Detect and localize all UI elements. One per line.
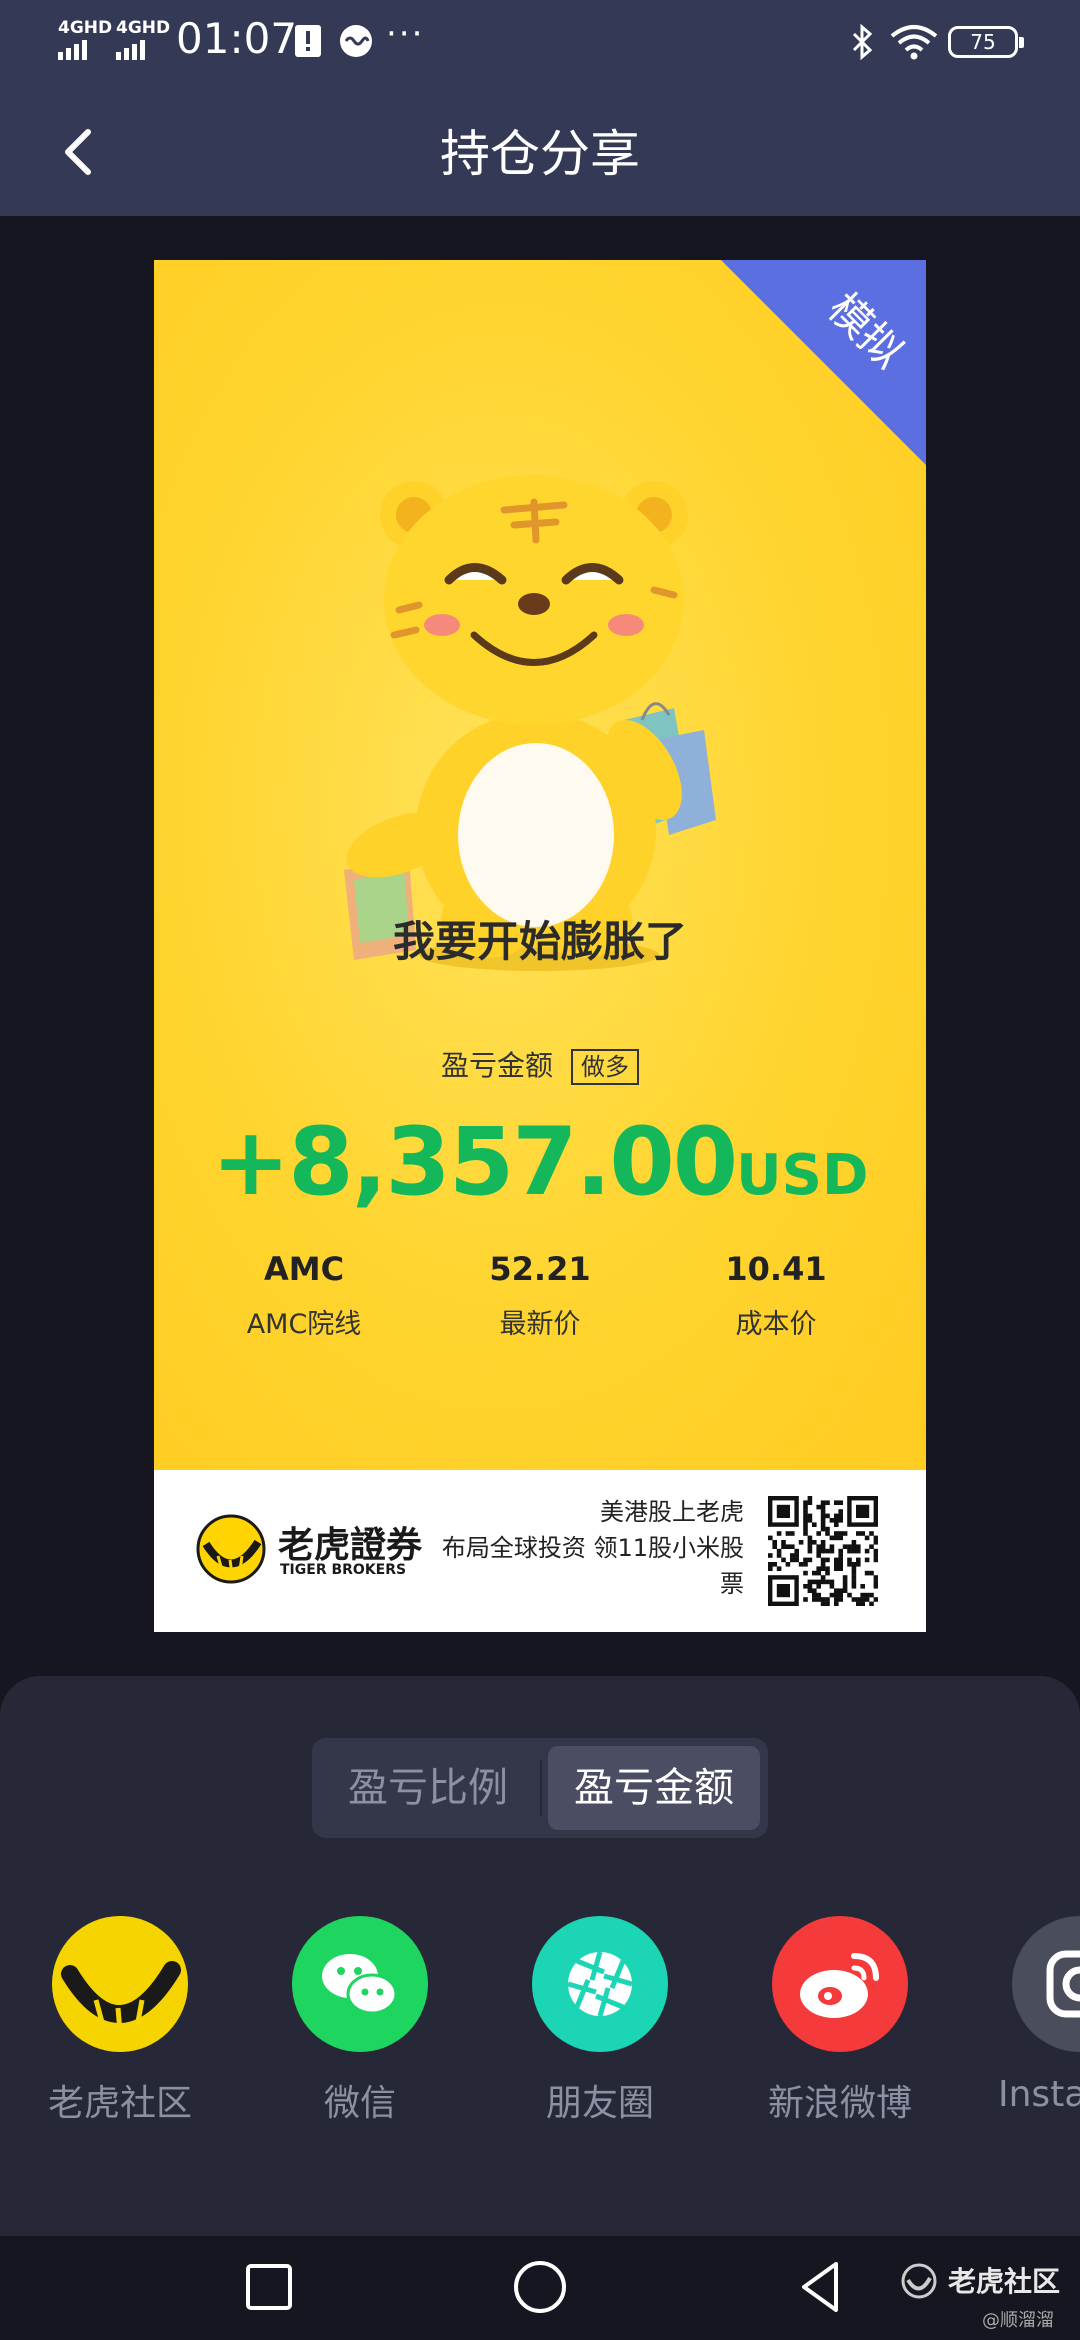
brand-name-cn: 老虎證券 (278, 1525, 423, 1566)
moments-icon (532, 1916, 668, 2052)
toggle-pnl-ratio[interactable]: 盈亏比例 (320, 1746, 536, 1830)
stat-label: 最新价 (499, 1309, 581, 1340)
network-type-label: 4GHD (58, 18, 113, 38)
pnl-amount: +8,357.00USD (154, 1108, 926, 1217)
stat-ticker: AMC AMC院线 (194, 1250, 414, 1341)
page-title: 持仓分享 (440, 125, 640, 183)
app-notification-icon (340, 25, 372, 57)
pnl-currency: USD (736, 1143, 869, 1208)
battery-indicator: 75 (948, 26, 1024, 58)
watermark-username: @顺溜溜 (982, 2310, 1054, 2331)
brand-name-en: TIGER BROKERS (280, 1562, 407, 1578)
network-type-label: 4GHD (116, 18, 171, 38)
share-poster: 模拟 我要开始膨胀了 盈亏金额 做多 +8,357.00USD AMC AMC院… (154, 260, 926, 1632)
tiger-brokers-logo-icon (196, 1514, 266, 1584)
clock: 01:07 (176, 14, 298, 63)
watermark-text: 老虎社区 (948, 2265, 1061, 2298)
pnl-label: 盈亏金额 (440, 1049, 553, 1082)
share-label: 老虎社区 (47, 2083, 192, 2124)
stat-value: AMC (263, 1250, 345, 1288)
promo-line: 美港股上老虎 (600, 1498, 744, 1526)
tiger-mascot-illustration (344, 475, 716, 971)
pnl-label-row: 盈亏金额 做多 (154, 1044, 926, 1085)
share-label: 朋友圈 (545, 2083, 654, 2124)
stat-cost-price: 10.41 成本价 (666, 1250, 886, 1341)
stat-value: 10.41 (725, 1250, 827, 1288)
pnl-amount-value: +8,357.00 (211, 1108, 739, 1217)
qr-code (768, 1496, 878, 1606)
stat-label: AMC院线 (246, 1309, 362, 1340)
stat-latest-price: 52.21 最新价 (430, 1250, 650, 1341)
promo-line: 票 (720, 1570, 744, 1598)
app-header: 持仓分享 (0, 86, 1080, 216)
system-nav-bar: 老虎社区 @顺溜溜 (0, 2236, 1080, 2340)
share-wechat[interactable]: 微信 (260, 1916, 460, 2126)
promo-text: 美港股上老虎 布局全球投资 领11股小米股 票 (424, 1494, 744, 1602)
share-label: 新浪微博 (767, 2083, 912, 2124)
share-moments[interactable]: 朋友圈 (500, 1916, 700, 2126)
share-sheet: 盈亏比例 盈亏金额 老虎社区 微信 朋友圈 新浪微博 Insta (0, 1676, 1080, 2236)
bluetooth-icon (852, 24, 873, 60)
simulated-badge (721, 260, 926, 465)
promo-line: 布局全球投资 领11股小米股 (441, 1534, 744, 1562)
instagram-icon (1012, 1916, 1080, 2052)
stat-label: 成本价 (735, 1309, 817, 1340)
share-label: 微信 (323, 2083, 396, 2124)
wifi-icon (890, 25, 938, 60)
toggle-pnl-amount[interactable]: 盈亏金额 (548, 1746, 760, 1830)
status-bar: 4GHD 4GHD 01:07 ··· 75 (0, 0, 1080, 86)
position-stats: AMC AMC院线 52.21 最新价 10.41 成本价 (194, 1250, 886, 1341)
poster-slogan: 我要开始膨胀了 (392, 917, 687, 966)
watermark-logo-icon (901, 2263, 937, 2299)
share-tiger-community[interactable]: 老虎社区 (20, 1916, 220, 2126)
share-label: Insta (998, 2074, 1080, 2115)
recent-apps-button[interactable] (234, 2252, 304, 2322)
notification-icon (295, 25, 321, 57)
system-back-button[interactable] (786, 2252, 856, 2322)
display-mode-toggle: 盈亏比例 盈亏金额 (312, 1738, 768, 1838)
poster-body: 模拟 我要开始膨胀了 盈亏金额 做多 +8,357.00USD AMC AMC院… (154, 260, 926, 1470)
home-button[interactable] (505, 2252, 575, 2322)
position-direction-tag: 做多 (571, 1049, 639, 1085)
more-notifications-icon: ··· (386, 14, 425, 54)
poster-footer: 老虎證券 TIGER BROKERS 美港股上老虎 布局全球投资 领11股小米股… (154, 1470, 926, 1632)
tiger-community-icon (52, 1916, 188, 2052)
toggle-divider (540, 1760, 542, 1816)
wechat-icon (292, 1916, 428, 2052)
weibo-icon (772, 1916, 908, 2052)
share-instagram[interactable]: Insta (980, 1916, 1080, 2115)
stat-value: 52.21 (489, 1250, 591, 1288)
share-weibo[interactable]: 新浪微博 (740, 1916, 940, 2126)
